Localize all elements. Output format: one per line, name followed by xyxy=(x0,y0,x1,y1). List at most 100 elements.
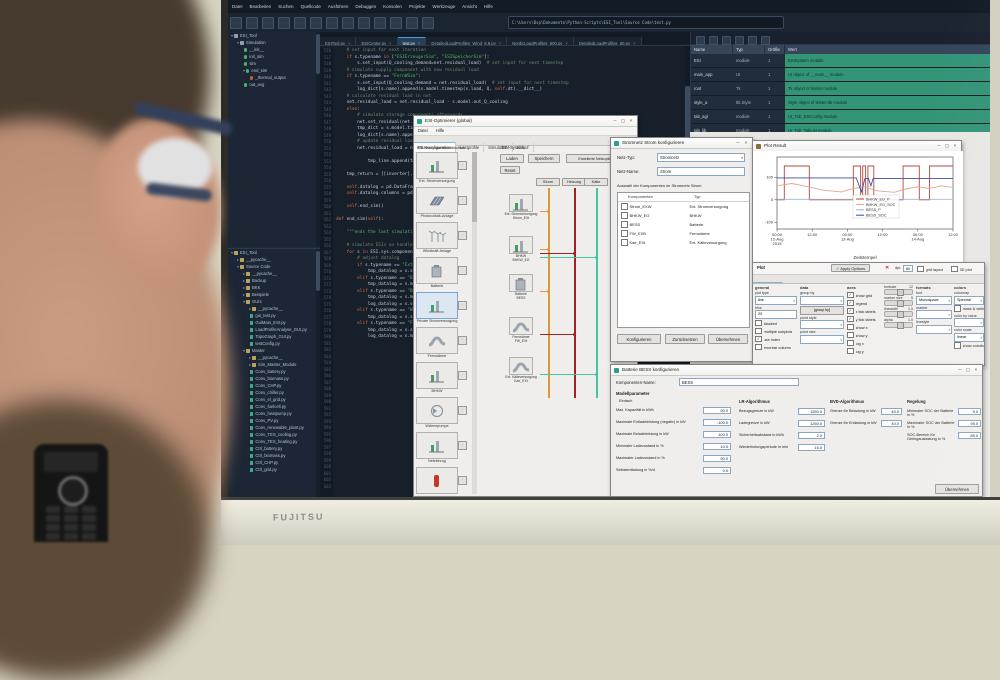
maximize-icon[interactable]: ▢ xyxy=(964,365,972,375)
checkbox[interactable] xyxy=(621,212,628,219)
tree-item[interactable]: testConfig.py xyxy=(228,340,320,347)
tree-item[interactable]: ▸BKK xyxy=(228,284,320,291)
tree-item[interactable]: Conv_renewable_plant.py xyxy=(228,424,320,431)
table-row[interactable]: style_attk.Style1Style object of tkinter… xyxy=(691,96,990,110)
tree-item[interactable]: ▾end_sim xyxy=(228,67,320,74)
component-row[interactable]: BHKW_EGBHKW xyxy=(618,211,749,220)
tree-item[interactable]: ▾ESI_Tool xyxy=(228,249,320,256)
parameter-input[interactable]: 100.0 xyxy=(703,431,731,438)
tree-item[interactable]: Conv_TES_heating.py xyxy=(228,438,320,445)
clear-icon[interactable]: ✕ xyxy=(885,265,889,271)
table-row[interactable]: tab_aglmodule1UI_Tab_ESIConfig module xyxy=(691,110,990,124)
option-checkbox-row[interactable]: black & white xyxy=(954,305,984,313)
slider-thumb[interactable] xyxy=(897,322,904,329)
table-row[interactable]: rootTk1Tk object of tkinter module xyxy=(691,82,990,96)
load-button[interactable]: Laden xyxy=(500,154,524,163)
bus-header-kälte[interactable]: Kälte xyxy=(584,178,608,186)
net-window-controls[interactable]: ─× xyxy=(734,138,750,148)
tree-item[interactable]: gui_test.py xyxy=(228,312,320,319)
toolbar-icon[interactable] xyxy=(422,17,434,29)
tree-item[interactable]: Conv_battery.py xyxy=(228,368,320,375)
checkbox[interactable]: ✓ xyxy=(755,336,762,343)
parameter-input[interactable]: 90.0 xyxy=(703,407,731,414)
apply-battery-button[interactable]: Übernehmen xyxy=(935,484,979,494)
menu-item-ansicht[interactable]: Ansicht xyxy=(462,4,477,9)
groupby-select[interactable]: ▾ xyxy=(800,296,844,305)
option-checkbox-row[interactable]: stacked xyxy=(755,319,797,327)
option-checkbox-row[interactable]: ✓legend xyxy=(847,299,881,307)
component-row[interactable]: Strom_EXWExt. Stromversorgung xyxy=(618,202,749,211)
menu-item-debuggen[interactable]: Debuggen xyxy=(355,4,376,9)
reset-net-button[interactable]: Zurücksetzen xyxy=(665,334,705,344)
menu-item-ausführen[interactable]: Ausführen xyxy=(328,4,349,9)
tree-item[interactable]: ▾Master xyxy=(228,347,320,354)
slider-track[interactable] xyxy=(884,300,913,306)
slider-thumb[interactable] xyxy=(897,300,904,307)
tree-item[interactable]: sim xyxy=(228,60,320,67)
checkbox[interactable] xyxy=(755,344,762,351)
menu-item-datei[interactable]: Datei xyxy=(232,4,243,9)
table-row[interactable]: main_appUI1UI object of __main__ module xyxy=(691,68,990,82)
toolbar-icon[interactable] xyxy=(294,17,306,29)
tree-item[interactable]: Conv_chiller.py xyxy=(228,389,320,396)
reset-button[interactable]: Reset xyxy=(500,166,520,174)
esi-window-controls[interactable]: ─▢× xyxy=(611,116,635,126)
plot-window-controls[interactable]: ─▢× xyxy=(935,141,959,151)
minimize-icon[interactable]: ─ xyxy=(956,365,964,375)
option-checkbox-row[interactable]: ✓use index xyxy=(755,335,797,343)
canvas-component[interactable]: Ext. StromversorgungStrom_EXt xyxy=(502,194,540,220)
toolbar-icon[interactable] xyxy=(326,17,338,29)
parameter-input[interactable]: 85.0 xyxy=(958,432,981,439)
menu-item-konsolen[interactable]: Konsolen xyxy=(383,4,402,9)
net-type-select[interactable]: Stromnetz▾ xyxy=(657,153,745,162)
toolbar-icon[interactable] xyxy=(310,17,322,29)
tree-item[interactable]: ▾Source Code xyxy=(228,263,320,270)
toolbar-icon[interactable] xyxy=(358,17,370,29)
parameter-input[interactable]: 2.0 xyxy=(798,432,825,439)
panel-toolbar-icon[interactable] xyxy=(722,36,731,45)
tree-item[interactable]: Conv_el_grid.py xyxy=(228,396,320,403)
menu-item-werkzeuge[interactable]: Werkzeuge xyxy=(432,4,455,9)
parameter-input[interactable]: 1250.0 xyxy=(798,408,825,415)
option-checkbox-row[interactable]: errorbar column xyxy=(755,343,797,351)
editor-tab[interactable]: NordicLoadProfiles_600.py× xyxy=(507,37,574,46)
bus-header-strom[interactable]: Strom xyxy=(536,178,560,186)
checkbox[interactable] xyxy=(954,342,961,349)
esi-menu-datei[interactable]: Datei xyxy=(418,128,428,133)
checkbox[interactable] xyxy=(951,266,958,273)
option-slider[interactable]: alpha1.0 xyxy=(884,318,913,328)
option-checkbox-row[interactable]: 3D plot xyxy=(951,265,972,273)
menu-item-projekte[interactable]: Projekte xyxy=(409,4,426,9)
option-slider[interactable]: marker size5 xyxy=(884,296,913,306)
component-name-input[interactable]: BESS xyxy=(679,378,799,386)
tree-item[interactable]: ▸__pycache__ xyxy=(228,256,320,263)
groupby-button[interactable]: [group by] xyxy=(800,306,844,315)
parameter-input[interactable]: 5.0 xyxy=(958,408,981,415)
checkbox[interactable] xyxy=(917,266,924,273)
tree-item[interactable]: Conv_CHP.py xyxy=(228,382,320,389)
parameter-input[interactable]: 95.0 xyxy=(958,420,981,427)
checkbox[interactable] xyxy=(847,332,854,339)
checkbox[interactable] xyxy=(755,328,762,335)
option-checkbox-row[interactable]: log y xyxy=(847,347,881,355)
component-row[interactable]: BESSBatterie xyxy=(618,220,749,229)
option-checkbox-row[interactable]: ✓show grid xyxy=(847,291,881,299)
checkbox[interactable] xyxy=(621,230,628,237)
esi-menu-hilfe[interactable]: Hilfe xyxy=(436,128,444,133)
toolbar-icon[interactable] xyxy=(406,17,418,29)
battery-window-controls[interactable]: ─▢× xyxy=(956,365,980,375)
bus-header-heizung[interactable]: Heizung xyxy=(562,178,586,186)
minimize-icon[interactable]: ─ xyxy=(734,138,742,148)
slider-thumb[interactable] xyxy=(897,311,904,318)
maximize-icon[interactable]: ▢ xyxy=(943,141,951,151)
canvas-component[interactable]: BatterieBESS xyxy=(502,274,540,300)
checkbox[interactable] xyxy=(755,320,762,327)
plot-type-select[interactable]: line▾ xyxy=(755,296,797,305)
colormap-select[interactable]: Spectral▾ xyxy=(954,296,984,305)
checkbox[interactable] xyxy=(954,305,961,312)
slider-track[interactable] xyxy=(884,311,913,317)
component-selection-list[interactable]: KomponentenTyp Strom_EXWExt. Stromversor… xyxy=(617,192,750,328)
checkbox[interactable] xyxy=(621,221,628,228)
editor-tab[interactable]: ESITool.py× xyxy=(320,37,356,46)
minimize-icon[interactable]: ─ xyxy=(611,116,619,126)
